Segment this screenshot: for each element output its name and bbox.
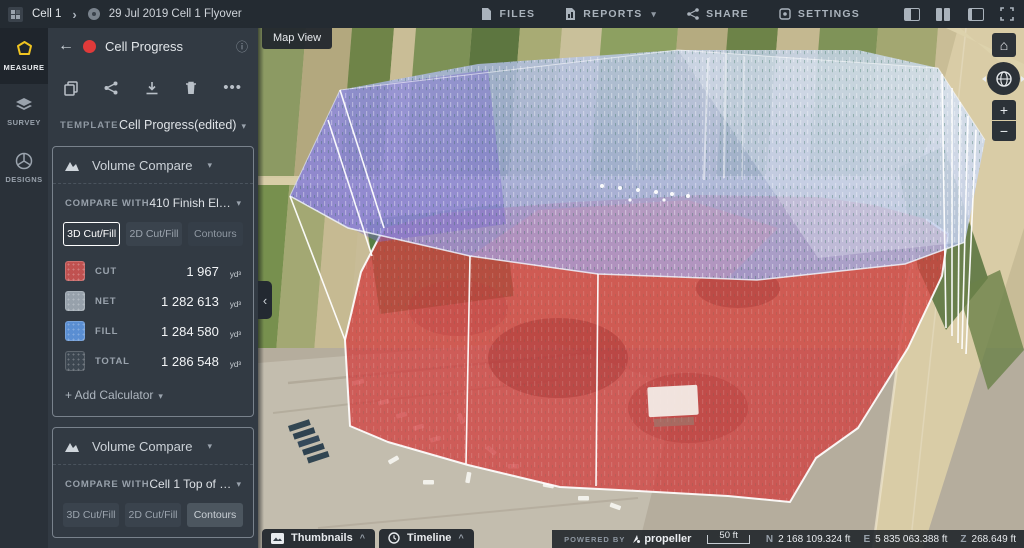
scale-bar: 50 ft — [707, 535, 750, 544]
volume-icon — [65, 159, 82, 171]
download-icon[interactable] — [145, 81, 159, 95]
back-arrow-icon[interactable]: ← — [58, 38, 74, 54]
layout-right-panel-icon[interactable] — [968, 8, 984, 21]
chevron-up-icon: ^ — [458, 533, 463, 543]
propeller-logo-icon — [632, 534, 641, 544]
fill-swatch — [65, 321, 85, 341]
breadcrumb-project[interactable]: Cell 1 — [32, 8, 61, 20]
clock-icon — [388, 532, 400, 544]
compass-control[interactable] — [987, 62, 1020, 95]
net-swatch — [65, 291, 85, 311]
globe-icon — [995, 70, 1013, 88]
caret-down-icon: ▾ — [236, 479, 241, 490]
rail-item-survey[interactable]: SURVEY — [0, 84, 48, 140]
share-button[interactable]: SHARE — [687, 8, 749, 20]
tab-contours[interactable]: Contours — [188, 222, 243, 246]
tab-3d-cutfill[interactable]: 3D Cut/Fill — [63, 222, 120, 246]
files-button[interactable]: FILES — [481, 8, 535, 21]
info-icon[interactable]: ⓘ — [236, 38, 248, 55]
layer-color-marker — [83, 40, 96, 53]
duplicate-icon[interactable] — [64, 81, 78, 96]
compare-with-dropdown[interactable]: 410 Finish Elevation — [149, 196, 231, 210]
top-bar: Cell 1 › 29 Jul 2019 Cell 1 Flyover FILE… — [0, 0, 1024, 28]
zoom-in-button[interactable]: + — [992, 100, 1016, 120]
total-swatch — [65, 351, 85, 371]
measure-panel: ← Cell Progress ⓘ ••• TEMPLATE Cell Prog… — [48, 28, 258, 548]
volume-compare-card-2: Volume Compare ▾ COMPARE WITH Cell 1 Top… — [52, 427, 254, 538]
map-canvas[interactable]: Map View ‹ ⌂ + − Thumbnails ^ Timeline ^ — [258, 28, 1024, 548]
chevron-right-icon: › — [72, 7, 76, 22]
home-view-button[interactable]: ⌂ — [992, 33, 1016, 57]
caret-down-icon: ▾ — [651, 9, 657, 20]
rail-item-designs[interactable]: DESIGNS — [0, 140, 48, 196]
add-calculator-button[interactable]: + Add Calculator▾ — [53, 376, 253, 416]
breadcrumb-dataset[interactable]: 29 Jul 2019 Cell 1 Flyover — [109, 8, 242, 20]
tab-2d-cutfill[interactable]: 2D Cut/Fill — [125, 503, 181, 527]
app-logo-icon[interactable] — [8, 7, 23, 22]
volume-icon — [65, 440, 82, 452]
timeline-tab[interactable]: Timeline ^ — [379, 529, 474, 548]
cursor-coordinates: N2 168 109.324 ft E5 835 063.388 ft Z268… — [766, 534, 1016, 545]
reports-button[interactable]: REPORTS ▾ — [565, 8, 657, 21]
map-view-tab[interactable]: Map View — [262, 28, 332, 49]
template-dropdown[interactable]: Cell Progress(edited)▾ — [119, 118, 246, 132]
share-nodes-icon[interactable] — [104, 81, 118, 95]
app-window: Cell 1 › 29 Jul 2019 Cell 1 Flyover FILE… — [0, 0, 1024, 548]
powered-by-propeller[interactable]: POWERED BY propeller — [564, 533, 691, 545]
left-rail: MEASURE SURVEY DESIGNS — [0, 28, 48, 548]
trash-icon[interactable] — [185, 81, 197, 95]
thumbnails-tab[interactable]: Thumbnails ^ — [262, 529, 375, 548]
caret-down-icon: ▾ — [158, 391, 163, 401]
calculator-type-dropdown[interactable]: Volume Compare ▾ — [53, 147, 253, 184]
measure-icon — [15, 40, 34, 58]
settings-button[interactable]: SETTINGS — [779, 8, 860, 20]
table-row-fill: FILL 1 284 580yd³ — [53, 316, 253, 346]
design-cube-icon — [15, 152, 33, 170]
tab-2d-cutfill[interactable]: 2D Cut/Fill — [126, 222, 181, 246]
table-row-total: TOTAL 1 286 548yd³ — [53, 346, 253, 376]
collapse-panel-handle[interactable]: ‹ — [258, 281, 272, 319]
drone-icon — [88, 8, 100, 20]
layers-icon — [15, 97, 33, 113]
caret-down-icon: ▾ — [207, 160, 212, 171]
cut-swatch — [65, 261, 85, 281]
caret-down-icon: ▾ — [241, 121, 246, 131]
report-icon — [565, 8, 576, 21]
chevron-up-icon: ^ — [360, 533, 365, 543]
caret-down-icon: ▾ — [236, 198, 241, 209]
tab-contours[interactable]: Contours — [187, 503, 243, 527]
volume-compare-card-1: Volume Compare ▾ COMPARE WITH 410 Finish… — [52, 146, 254, 417]
panel-title: Cell Progress — [105, 39, 227, 54]
fullscreen-icon[interactable] — [1000, 7, 1014, 21]
calculator-type-dropdown[interactable]: Volume Compare ▾ — [53, 428, 253, 465]
3d-scene — [258, 28, 1024, 548]
gear-icon — [779, 8, 791, 20]
template-label: TEMPLATE — [60, 120, 119, 131]
table-row-net: NET 1 282 613yd³ — [53, 286, 253, 316]
compare-with-dropdown[interactable]: Cell 1 Top of Operati... — [149, 477, 231, 491]
layout-left-panel-icon[interactable] — [904, 8, 920, 21]
home-icon: ⌂ — [1000, 37, 1008, 53]
map-status-bar: POWERED BY propeller 50 ft N2 168 109.32… — [552, 530, 1024, 548]
zoom-out-button[interactable]: − — [992, 121, 1016, 141]
image-icon — [271, 533, 284, 544]
layout-split-icon[interactable] — [936, 8, 952, 21]
share-icon — [687, 8, 699, 20]
caret-down-icon: ▾ — [207, 441, 212, 452]
tab-3d-cutfill[interactable]: 3D Cut/Fill — [63, 503, 119, 527]
table-row-cut: CUT 1 967yd³ — [53, 256, 253, 286]
file-icon — [481, 8, 492, 21]
rail-item-measure[interactable]: MEASURE — [0, 28, 48, 84]
